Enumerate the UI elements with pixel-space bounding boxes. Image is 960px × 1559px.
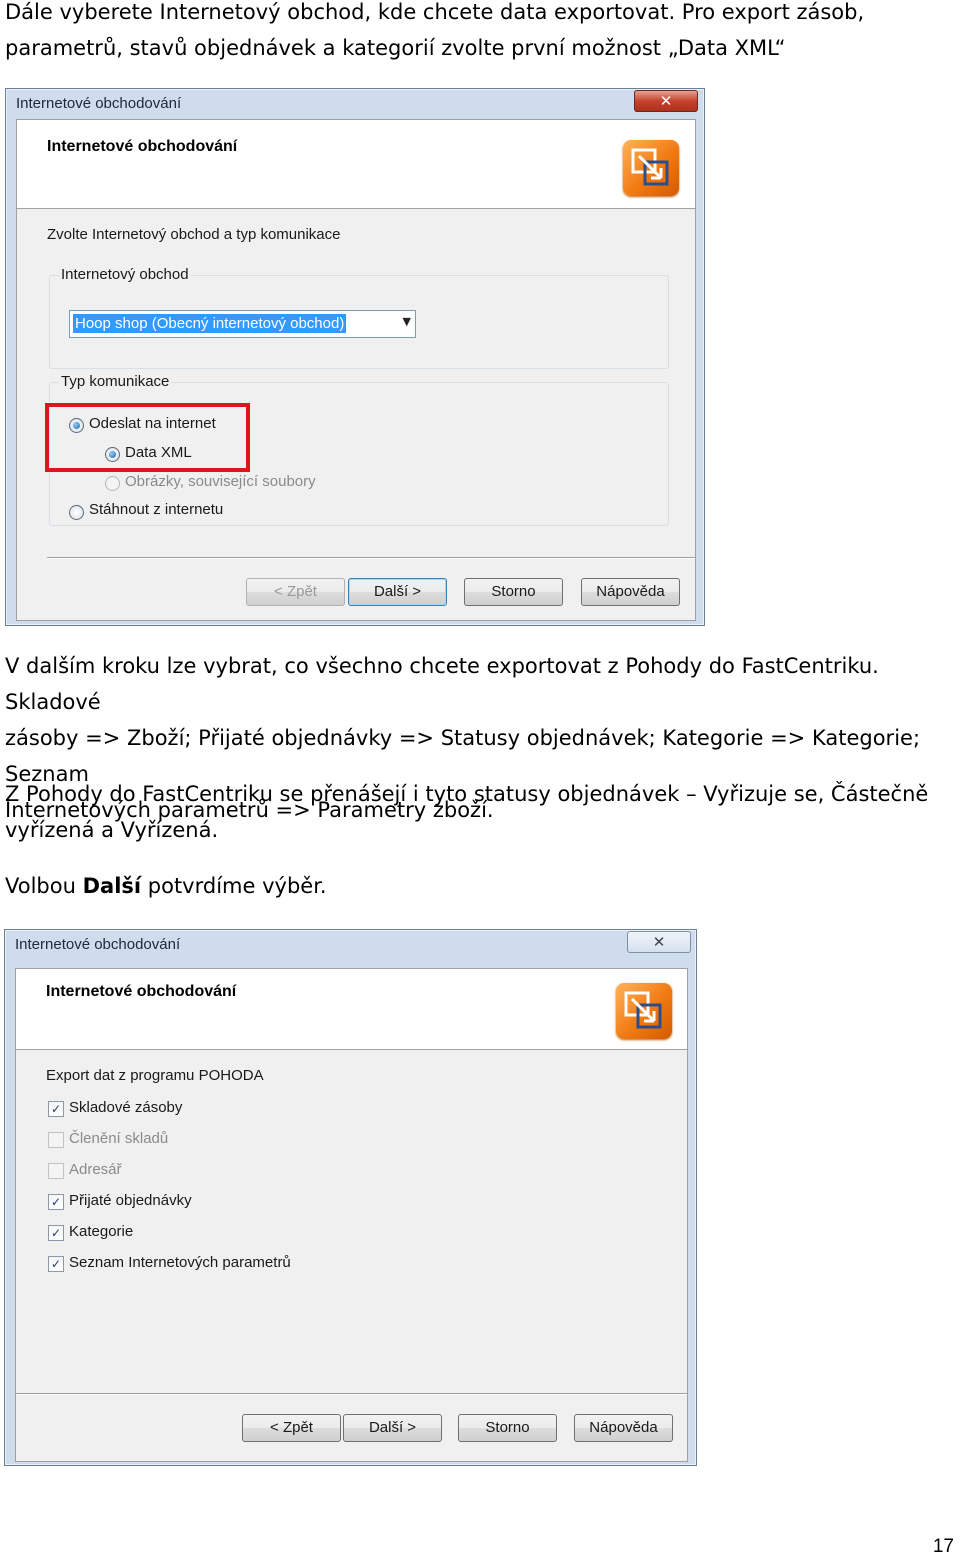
intro-paragraph: Dále vyberete Internetový obchod, kde ch… (5, 0, 955, 66)
next-button[interactable]: Další > (343, 1414, 442, 1442)
chevron-down-icon[interactable]: ▼ (403, 315, 411, 328)
help-button[interactable]: Nápověda (574, 1414, 673, 1442)
export-line-1: V dalším kroku lze vybrat, co všechno ch… (5, 654, 879, 714)
radio-images-label: Obrázky, související soubory (125, 473, 316, 490)
page-number: 17 (932, 1536, 954, 1557)
intro-line-1: Dále vyberete Internetový obchod, kde ch… (5, 0, 865, 24)
radio-images[interactable] (105, 476, 120, 491)
checkbox[interactable]: ✓ (48, 1256, 64, 1272)
confirm-text-bold: Další (82, 874, 142, 898)
confirm-text-before: Volbou (5, 874, 83, 898)
checkbox[interactable]: ✓ (48, 1225, 64, 1241)
dialog-header: Internetové obchodování (17, 120, 695, 209)
cancel-button[interactable]: Storno (464, 578, 563, 606)
status-description: Z Pohody do FastCentriku se přenášejí i … (5, 776, 955, 848)
cancel-button[interactable]: Storno (458, 1414, 557, 1442)
button-separator-2 (16, 1393, 687, 1395)
confirm-instruction: Volbou Další potvrdíme výběr. (5, 868, 955, 904)
group-shop-label: Internetový obchod (59, 266, 191, 283)
dialog-client-area: Internetové obchodování Zvolte Interneto… (16, 119, 696, 621)
section-label: Zvolte Internetový obchod a typ komunika… (47, 226, 341, 243)
radio-download-label: Stáhnout z internetu (89, 501, 224, 518)
radio-download-internet[interactable] (69, 505, 84, 520)
window-title: Internetové obchodování (16, 95, 182, 112)
pohoda-export-icon (623, 140, 679, 196)
close-icon[interactable]: ✕ (627, 931, 691, 953)
checkbox[interactable]: ✓ (48, 1194, 64, 1210)
checkbox[interactable] (48, 1132, 64, 1148)
checkbox-label: Kategorie (69, 1223, 134, 1240)
close-icon[interactable]: ✕ (634, 90, 698, 112)
status-line-2: vyřízená a Vyřízená. (5, 818, 219, 842)
checkbox[interactable] (48, 1163, 64, 1179)
status-line-1: Z Pohody do FastCentriku se přenášejí i … (5, 782, 929, 806)
section-label-2: Export dat z programu POHODA (46, 1067, 264, 1084)
checkbox[interactable]: ✓ (48, 1101, 64, 1117)
header-title-2: Internetové obchodování (46, 983, 237, 1000)
checkbox-label: Adresář (69, 1161, 122, 1178)
header-title: Internetové obchodování (47, 138, 238, 155)
confirm-text-after: potvrdíme výběr. (141, 874, 327, 898)
dialog-client-area-2: Internetové obchodování Export dat z pro… (15, 968, 688, 1462)
checkbox-label: Přijaté objednávky (69, 1192, 192, 1209)
dialog-export-selection: Internetové obchodování ✕ Internetové ob… (4, 929, 697, 1466)
dialog-internet-shop-selection: Internetové obchodování ✕ Internetové ob… (5, 88, 705, 626)
checkbox-label: Členění skladů (69, 1130, 169, 1147)
group-comm-label: Typ komunikace (59, 373, 172, 390)
intro-line-2: parametrů, stavů objednávek a kategorií … (5, 36, 786, 60)
shop-select[interactable]: Hoop shop (Obecný internetový obchod) ▼ (69, 310, 416, 338)
button-separator (47, 557, 695, 559)
window-title-2: Internetové obchodování (15, 936, 181, 953)
back-button[interactable]: < Zpět (242, 1414, 341, 1442)
help-button[interactable]: Nápověda (581, 578, 680, 606)
checkbox-label: Skladové zásoby (69, 1099, 183, 1116)
back-button[interactable]: < Zpět (246, 578, 345, 606)
checkbox-label: Seznam Internetových parametrů (69, 1254, 291, 1271)
pohoda-export-icon (616, 983, 672, 1039)
shop-select-value: Hoop shop (Obecný internetový obchod) (73, 314, 347, 333)
dialog-header-2: Internetové obchodování (16, 969, 687, 1050)
highlight-box (45, 403, 250, 472)
next-button[interactable]: Další > (348, 578, 447, 606)
